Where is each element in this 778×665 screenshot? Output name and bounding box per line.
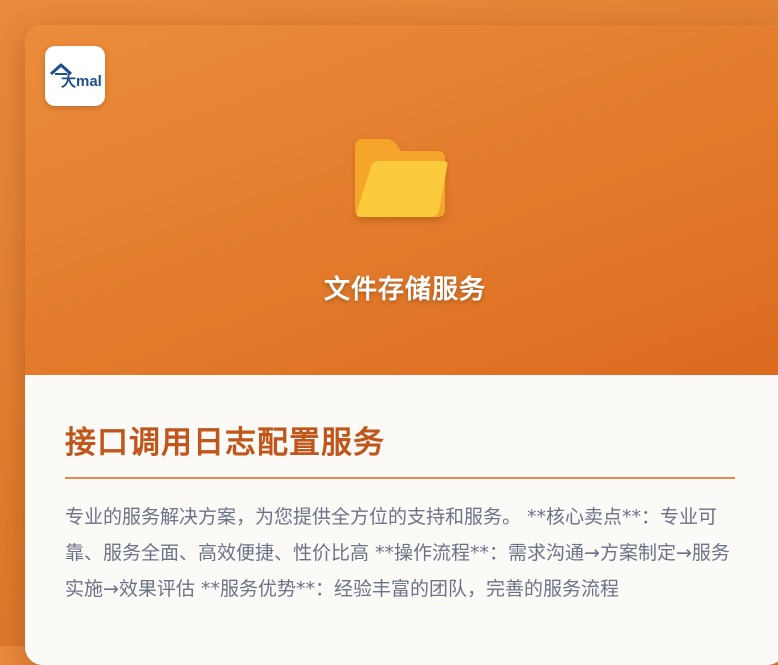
- hero-title: 文件存储服务: [323, 275, 486, 305]
- service-description: 专业的服务解决方案，为您提供全方位的支持和服务。 **核心卖点**：专业可靠、服…: [65, 506, 730, 600]
- logo-text: 大mall: [61, 72, 103, 90]
- brand-logo: 大mall: [45, 46, 105, 106]
- service-content: 接口调用日志配置服务 专业的服务解决方案，为您提供全方位的支持和服务。 **核心…: [25, 375, 778, 665]
- folder-icon: [355, 139, 448, 217]
- title-divider: [65, 477, 735, 479]
- house-icon: 大mall: [49, 63, 103, 90]
- hero-banner: 大mall 文件存储服务: [25, 25, 778, 375]
- service-title: 接口调用日志配置服务: [65, 425, 385, 461]
- service-card: 大mall 文件存储服务 接口调用日志配置服务 专业的服务解决方案，为您提供全方…: [25, 25, 778, 665]
